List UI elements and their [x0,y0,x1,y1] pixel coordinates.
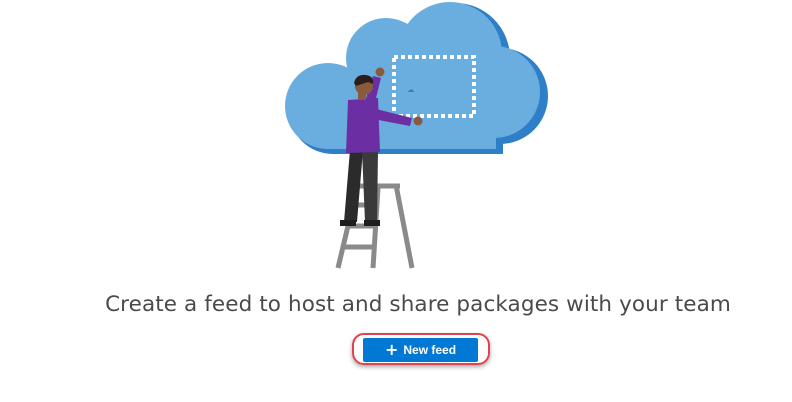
cloud-ladder-illustration [285,2,548,269]
cloud-icon [285,2,548,154]
empty-state-page: Create a feed to host and share packages… [0,0,792,402]
new-feed-button-label: New feed [403,343,457,357]
empty-state-headline: Create a feed to host and share packages… [105,292,731,317]
plus-icon: + [384,339,399,359]
new-feed-button[interactable]: + New feed [363,338,478,362]
